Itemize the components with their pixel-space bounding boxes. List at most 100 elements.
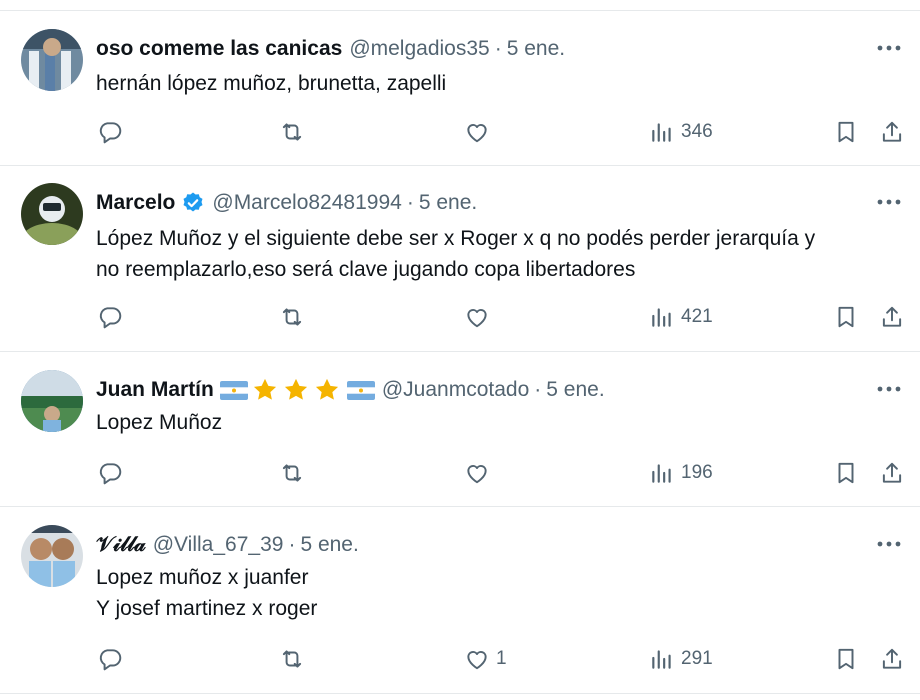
more-icon[interactable] [876, 378, 902, 400]
views-icon [652, 123, 671, 142]
argentina-flag-icon [346, 380, 375, 400]
tweet-text-line: no reemplazarlo,eso será clave jugando c… [96, 258, 636, 281]
like-button[interactable] [464, 453, 496, 493]
retweet-icon [282, 650, 302, 668]
retweet-button[interactable] [279, 453, 305, 493]
share-button[interactable] [879, 639, 905, 679]
views-icon [652, 464, 671, 483]
more-icon[interactable] [876, 191, 902, 213]
reply-button[interactable] [97, 639, 123, 679]
tweet[interactable]: Juan Martín @Juanmcotado · 5 ene. Lopez … [0, 352, 920, 507]
like-button[interactable]: 1 [464, 639, 507, 679]
bookmark-icon [838, 121, 854, 143]
star-icon [284, 378, 307, 400]
share-button[interactable] [879, 297, 905, 337]
star-icon [253, 378, 276, 400]
tweet-text: Lopez Muñoz [96, 407, 222, 438]
share-icon [882, 648, 902, 669]
display-name[interactable]: Juan Martín [96, 378, 214, 402]
views-button[interactable]: 291 [649, 639, 713, 679]
more-icon[interactable] [876, 37, 902, 59]
more-icon[interactable] [876, 533, 902, 555]
user-handle[interactable]: @Marcelo82481994 [212, 191, 401, 215]
avatar[interactable] [21, 29, 83, 91]
bookmark-icon [838, 648, 854, 670]
user-handle[interactable]: @Juanmcotado [382, 378, 529, 402]
user-handle[interactable]: @melgadios35 [349, 37, 489, 61]
avatar-image [21, 525, 83, 587]
tweet-text: hernán lópez muñoz, brunetta, zapelli [96, 68, 446, 99]
bookmark-button[interactable] [833, 453, 859, 493]
retweet-button[interactable] [279, 112, 305, 152]
like-button[interactable] [464, 112, 496, 152]
action-bar: 196 [0, 453, 920, 493]
tweet-text-line: López Muñoz y el siguiente debe ser x Ro… [96, 227, 816, 250]
bookmark-button[interactable] [833, 639, 859, 679]
reply-button[interactable] [97, 453, 123, 493]
like-button[interactable] [464, 297, 496, 337]
retweet-icon [282, 464, 302, 482]
reply-button[interactable] [97, 297, 123, 337]
tweet[interactable]: 𝒱𝒾𝓁𝓁𝒶 @Villa_67_39 · 5 ene. Lopez muñoz … [0, 507, 920, 694]
view-count: 346 [681, 121, 713, 142]
replies-feed: oso comeme las canicas @melgadios35 · 5 … [0, 0, 920, 700]
views-icon [652, 308, 671, 327]
display-name[interactable]: Marcelo [96, 191, 175, 215]
views-button[interactable]: 196 [649, 453, 713, 493]
views-button[interactable]: 421 [649, 297, 713, 337]
retweet-icon [282, 123, 302, 141]
separator-dot: · [494, 37, 502, 60]
bookmark-icon [838, 462, 854, 484]
reply-button[interactable] [97, 112, 123, 152]
views-icon [652, 650, 671, 669]
like-count: 1 [496, 648, 507, 669]
tweet-header: 𝒱𝒾𝓁𝓁𝒶 @Villa_67_39 · 5 ene. [96, 530, 359, 560]
tweet-header: Marcelo @Marcelo82481994 · 5 ene. [96, 188, 477, 218]
bookmark-icon [838, 306, 854, 328]
share-button[interactable] [879, 453, 905, 493]
share-icon [882, 462, 902, 483]
separator-dot: · [534, 378, 542, 401]
share-button[interactable] [879, 112, 905, 152]
share-icon [882, 121, 902, 142]
view-count: 421 [681, 306, 713, 327]
reply-icon [99, 122, 122, 144]
tweet-date[interactable]: 5 ene. [546, 378, 604, 402]
avatar-image [21, 183, 83, 245]
view-count: 196 [681, 462, 713, 483]
display-name[interactable]: 𝒱𝒾𝓁𝓁𝒶 [96, 533, 146, 557]
like-icon [467, 465, 487, 484]
star-icon [315, 378, 338, 400]
tweet-date[interactable]: 5 ene. [300, 533, 358, 557]
tweet-date[interactable]: 5 ene. [419, 191, 477, 215]
tweet[interactable]: oso comeme las canicas @melgadios35 · 5 … [0, 10, 920, 166]
avatar-image [21, 370, 83, 432]
avatar[interactable] [21, 183, 83, 245]
display-name[interactable]: oso comeme las canicas [96, 37, 342, 61]
verified-badge-icon[interactable] [181, 191, 205, 215]
user-handle[interactable]: @Villa_67_39 [153, 533, 284, 557]
retweet-icon [282, 308, 302, 326]
tweet-header: oso comeme las canicas @melgadios35 · 5 … [96, 34, 565, 64]
tweet-text-line: hernán lópez muñoz, brunetta, zapelli [96, 72, 447, 95]
tweet-text-line: Lopez Muñoz [96, 411, 223, 434]
share-icon [882, 306, 902, 327]
tweet-date[interactable]: 5 ene. [507, 37, 565, 61]
bookmark-button[interactable] [833, 112, 859, 152]
tweet-text-line: Y josef martinez x roger [96, 597, 318, 620]
retweet-button[interactable] [279, 297, 305, 337]
avatar[interactable] [21, 370, 83, 432]
tweet-header: Juan Martín @Juanmcotado · 5 ene. [96, 375, 605, 405]
reply-icon [99, 649, 122, 671]
views-button[interactable]: 346 [649, 112, 713, 152]
action-bar: 421 [0, 297, 920, 337]
tweet[interactable]: Marcelo @Marcelo82481994 · 5 ene. López … [0, 165, 920, 352]
like-icon [467, 124, 487, 143]
retweet-button[interactable] [279, 639, 305, 679]
action-bar: 346 [0, 112, 920, 152]
bookmark-button[interactable] [833, 297, 859, 337]
avatar-image [21, 29, 83, 91]
tweet-text: López Muñoz y el siguiente debe ser x Ro… [96, 223, 815, 285]
avatar[interactable] [21, 525, 83, 587]
tweet-text: Lopez muñoz x juanfer Y josef martinez x… [96, 562, 317, 624]
